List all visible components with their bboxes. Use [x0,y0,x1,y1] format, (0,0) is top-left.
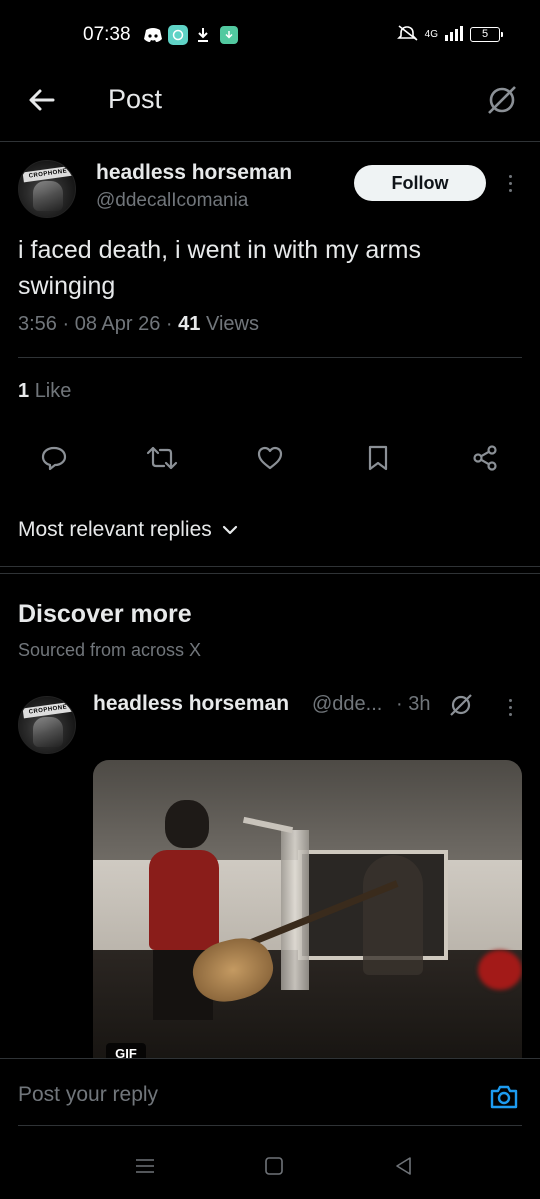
grok-icon[interactable] [484,82,520,118]
views-label[interactable]: Views [206,313,259,335]
download-app-icon [220,26,238,44]
battery-icon: 5 [470,27,503,42]
discover-title: Discover more [18,600,192,628]
reply-composer: Post your reply [0,1058,540,1136]
avatar-banner-text: CROPHONE [22,701,74,719]
divider [18,357,522,358]
back-icon[interactable] [392,1154,416,1178]
views-count: 41 [178,313,201,335]
avatar-figure [33,717,63,747]
reply-icon[interactable] [36,440,72,476]
post-meta: 3:56 · 08 Apr 26 · 41 Views [18,313,259,336]
grok-icon[interactable] [448,692,474,718]
author-handle[interactable]: @ddecalIcomania [96,190,248,212]
post-time: 3:56 [18,313,57,335]
discord-icon [142,24,164,46]
discover-subtitle: Sourced from across X [18,640,202,660]
chevron-down-icon [222,518,238,542]
system-nav-bar [0,1136,540,1199]
recommended-author-name[interactable]: headless horseman [93,692,289,716]
recommended-post-time: · 3h [396,693,431,715]
status-bar: 07:38 4G 5 [0,0,540,70]
like-icon[interactable] [252,440,288,476]
replies-sort-label: Most relevant replies [18,518,212,541]
more-options-icon[interactable] [500,168,520,198]
home-icon[interactable] [262,1154,286,1178]
camera-icon[interactable] [488,1081,520,1113]
reply-underline [18,1125,522,1126]
likes-summary[interactable]: 1 Like [18,380,71,403]
post-actions [0,440,540,480]
replies-sort-dropdown[interactable]: Most relevant replies [18,518,238,542]
author-display-name[interactable]: headless horseman [96,161,292,185]
meta-separator: · [165,313,173,335]
avatar-figure [33,181,63,211]
status-time: 07:38 [83,24,131,45]
gif-media[interactable] [93,760,522,1060]
menu-icon[interactable] [133,1154,157,1178]
share-icon[interactable] [467,440,503,476]
avatar-banner-text: CROPHONE [22,165,74,183]
post-text: i faced death, i went in with my arms sw… [18,236,421,300]
divider [18,421,522,422]
likes-label: Like [34,380,72,402]
arrow-left-icon[interactable] [26,84,58,116]
message-app-icon [168,25,188,45]
reply-input[interactable]: Post your reply [18,1083,158,1107]
likes-count: 1 [18,380,30,402]
download-icon [195,24,211,46]
follow-button[interactable]: Follow [354,165,486,201]
meta-separator: · [62,313,70,335]
recommended-author-handle[interactable]: @dde... [312,693,382,716]
signal-icon [444,25,464,44]
section-divider [0,566,540,574]
repost-icon[interactable] [144,440,180,476]
top-app-bar: Post [0,70,540,142]
more-options-icon[interactable] [500,692,520,722]
recommended-author-avatar[interactable]: CROPHONE [18,696,76,754]
author-avatar[interactable]: CROPHONE [18,160,76,218]
mute-icon [396,24,419,45]
page-title: Post [108,84,163,114]
bookmark-icon[interactable] [360,440,396,476]
post-date: 08 Apr 26 [74,313,161,335]
network-type: 4G [424,29,438,40]
status-indicators: 4G 5 [396,24,503,45]
